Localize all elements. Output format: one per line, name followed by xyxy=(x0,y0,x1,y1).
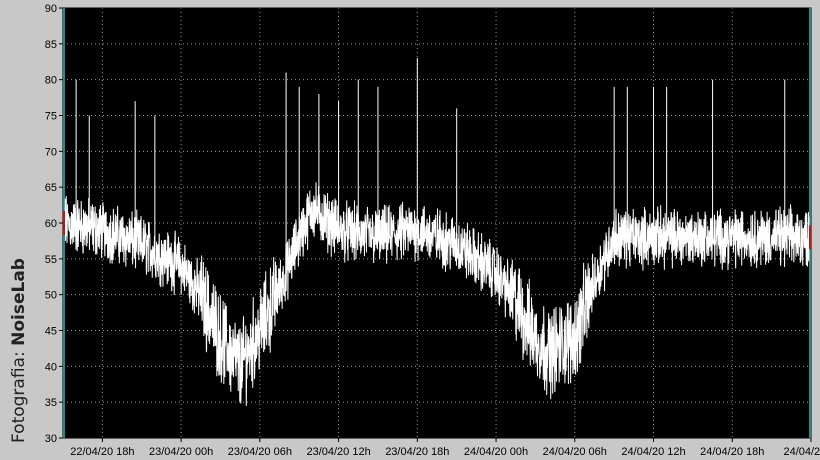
x-tick-label: 24/04/20 ... xyxy=(783,446,820,458)
y-tick-label: 80 xyxy=(45,75,57,87)
y-tick-label: 40 xyxy=(45,361,57,373)
y-tick-label: 70 xyxy=(45,146,57,158)
y-tick-label: 55 xyxy=(45,254,57,266)
y-tick-label: 50 xyxy=(45,290,57,302)
y-tick-label: 85 xyxy=(45,39,57,51)
photo-credit-prefix: Fotografia: xyxy=(9,346,29,443)
y-tick-label: 75 xyxy=(45,111,57,123)
x-tick-label: 23/04/20 06h xyxy=(228,446,292,458)
x-tick-label: 23/04/20 18h xyxy=(385,446,449,458)
x-tick-label: 24/04/20 12h xyxy=(621,446,685,458)
x-tick-label: 24/04/20 06h xyxy=(543,446,607,458)
x-tick-label: 22/04/20 18h xyxy=(70,446,134,458)
noise-level-chart: 30 35 40 45 50 55 60 65 70 75 80 85 90 22/04/20 18h 2… xyxy=(0,0,820,460)
photo-credit-watermark: Fotografia: NoiseLab xyxy=(9,258,29,443)
y-tick-label: 45 xyxy=(45,326,57,338)
y-tick-label: 65 xyxy=(45,182,57,194)
y-tick-label: 35 xyxy=(45,397,57,409)
x-tick-label: 23/04/20 00h xyxy=(149,446,213,458)
x-tick-label: 23/04/20 12h xyxy=(306,446,370,458)
x-tick-label: 24/04/20 00h xyxy=(464,446,528,458)
y-tick-label: 90 xyxy=(45,3,57,15)
y-tick-label: 30 xyxy=(45,433,57,445)
y-tick-label: 60 xyxy=(45,218,57,230)
x-tick-label: 24/04/20 18h xyxy=(700,446,764,458)
photo-credit-brand: NoiseLab xyxy=(9,258,29,346)
